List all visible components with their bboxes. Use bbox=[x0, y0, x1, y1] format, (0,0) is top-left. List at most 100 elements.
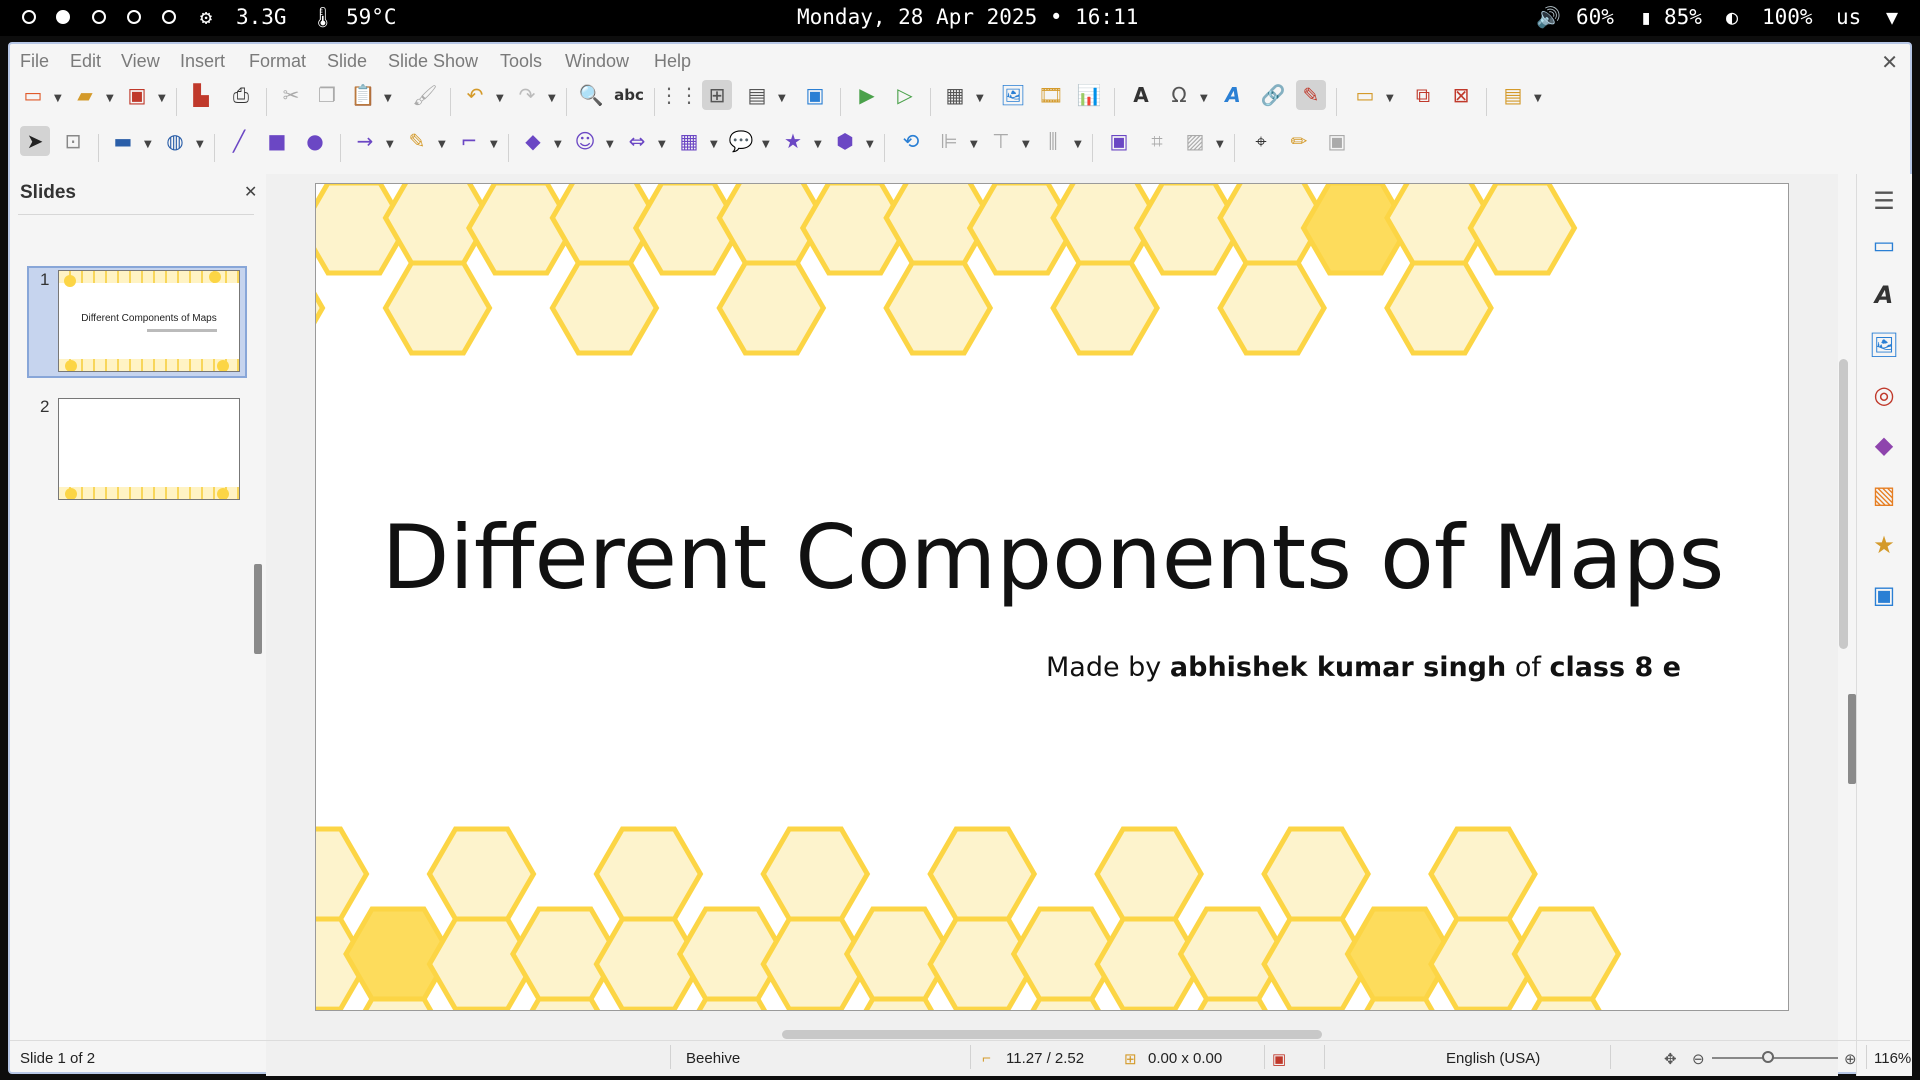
points-icon[interactable]: ⌖ bbox=[1246, 126, 1276, 156]
stars-icon[interactable]: ★ bbox=[778, 126, 808, 156]
shapes-icon[interactable]: ◆ bbox=[1867, 428, 1901, 462]
workspace-indicator-2[interactable] bbox=[56, 10, 70, 24]
crop-icon[interactable]: ⌗ bbox=[1142, 126, 1172, 156]
save-icon[interactable]: ▣ bbox=[122, 80, 152, 110]
toggle-extrusion-icon[interactable]: ▣ bbox=[1322, 126, 1352, 156]
zoom-in-icon[interactable]: ⊕ bbox=[1844, 1050, 1857, 1068]
rotate-icon[interactable]: ⟲ bbox=[896, 126, 926, 156]
line-tool-icon[interactable]: ╱ bbox=[224, 126, 254, 156]
language[interactable]: English (USA) bbox=[1446, 1050, 1540, 1067]
workspace-indicator-4[interactable] bbox=[127, 10, 141, 24]
workspace-indicator-3[interactable] bbox=[92, 10, 106, 24]
master-slides-icon[interactable]: ▣ bbox=[1867, 578, 1901, 612]
select-arrow-icon[interactable]: ➤ bbox=[20, 126, 50, 156]
paste-icon[interactable]: 📋 bbox=[348, 80, 378, 110]
volume-icon[interactable]: 🔊 bbox=[1536, 5, 1561, 29]
display-views-icon[interactable]: ▤ bbox=[742, 80, 772, 110]
zoom-slider[interactable] bbox=[1712, 1057, 1838, 1059]
menu-format[interactable]: Format bbox=[249, 51, 306, 72]
special-character-icon[interactable]: Ω bbox=[1164, 80, 1194, 110]
document-modified-icon[interactable]: ▣ bbox=[1272, 1050, 1286, 1068]
align-objects-icon[interactable]: ⊫ bbox=[934, 126, 964, 156]
insert-media-icon[interactable]: 🎞 bbox=[1036, 80, 1066, 110]
find-replace-icon[interactable]: 🔍 bbox=[576, 80, 606, 110]
menu-slide[interactable]: Slide bbox=[327, 51, 367, 72]
clock[interactable]: Monday, 28 Apr 2025 • 16:11 bbox=[797, 5, 1138, 29]
helplines-icon[interactable]: ⊞ bbox=[702, 80, 732, 110]
menu-view[interactable]: View bbox=[121, 51, 160, 72]
shadow-icon[interactable]: ▣ bbox=[1104, 126, 1134, 156]
workspace-indicator-5[interactable] bbox=[162, 10, 176, 24]
animation-icon[interactable]: ★ bbox=[1867, 528, 1901, 562]
hyperlink-icon[interactable]: 🔗 bbox=[1258, 80, 1288, 110]
slides-pane-splitter[interactable] bbox=[254, 564, 262, 654]
slide-thumbnail-2[interactable] bbox=[58, 398, 240, 500]
arrange-icon[interactable]: ⊤ bbox=[986, 126, 1016, 156]
insert-image-icon[interactable]: 🖼 bbox=[998, 80, 1028, 110]
sidebar-menu-icon[interactable]: ☰ bbox=[1867, 184, 1901, 218]
slide-thumbnail-1[interactable]: Different Components of Maps bbox=[58, 270, 240, 372]
symbol-shapes-icon[interactable]: ☺ bbox=[570, 126, 600, 156]
workspace-indicator-1[interactable] bbox=[22, 10, 36, 24]
clone-formatting-icon[interactable]: 🖌 bbox=[410, 80, 440, 110]
slide-layout-icon[interactable]: ▤ bbox=[1498, 80, 1528, 110]
close-document-icon[interactable]: ✕ bbox=[1881, 50, 1898, 74]
keyboard-layout[interactable]: us bbox=[1836, 5, 1861, 29]
curve-tool-icon[interactable]: ✎ bbox=[402, 126, 432, 156]
duplicate-slide-icon[interactable]: ⧉ bbox=[1408, 80, 1438, 110]
ellipse-tool-icon[interactable]: ● bbox=[300, 126, 330, 156]
block-arrows-icon[interactable]: ⇔ bbox=[622, 126, 652, 156]
vertical-scrollbar[interactable] bbox=[1839, 359, 1848, 649]
menu-edit[interactable]: Edit bbox=[70, 51, 101, 72]
glue-points-icon[interactable]: ✏ bbox=[1284, 126, 1314, 156]
line-color-icon[interactable]: ▬ bbox=[108, 126, 138, 156]
gallery-icon[interactable]: 🖼 bbox=[1867, 328, 1901, 362]
navigator-icon[interactable]: ◎ bbox=[1867, 378, 1901, 412]
delete-slide-icon[interactable]: ⊠ bbox=[1446, 80, 1476, 110]
menu-insert[interactable]: Insert bbox=[180, 51, 225, 72]
fill-color-icon[interactable]: ◍ bbox=[160, 126, 190, 156]
callouts-icon[interactable]: 💬 bbox=[726, 126, 756, 156]
flowchart-icon[interactable]: ▦ bbox=[674, 126, 704, 156]
fit-slide-icon[interactable]: ✥ bbox=[1664, 1050, 1677, 1068]
zoom-slider-handle[interactable] bbox=[1762, 1051, 1774, 1063]
copy-icon[interactable]: ❐ bbox=[312, 80, 342, 110]
fontwork-icon[interactable]: A bbox=[1218, 80, 1248, 110]
new-document-icon[interactable]: ▭ bbox=[18, 80, 48, 110]
insert-chart-icon[interactable]: 📊 bbox=[1074, 80, 1104, 110]
sidebar-splitter[interactable] bbox=[1848, 694, 1856, 784]
slide-subtitle[interactable]: Made by abhishek kumar singh of class 8 … bbox=[1046, 652, 1681, 683]
insert-table-icon[interactable]: ▦ bbox=[940, 80, 970, 110]
print-icon[interactable]: ⎙ bbox=[226, 80, 256, 110]
grid-icon[interactable]: ⋮⋮ bbox=[659, 80, 699, 110]
spelling-icon[interactable]: abc bbox=[614, 80, 644, 110]
filter-icon[interactable]: ▨ bbox=[1180, 126, 1210, 156]
redo-icon[interactable]: ↷ bbox=[512, 80, 542, 110]
menu-window[interactable]: Window bbox=[565, 51, 629, 72]
open-folder-icon[interactable]: ▰ bbox=[70, 80, 100, 110]
menu-help[interactable]: Help bbox=[654, 51, 691, 72]
wifi-icon[interactable]: ▼ bbox=[1886, 5, 1898, 29]
export-pdf-icon[interactable]: ▙ bbox=[186, 80, 216, 110]
insert-textbox-icon[interactable]: A bbox=[1126, 80, 1156, 110]
slide-title[interactable]: Different Components of Maps bbox=[316, 506, 1788, 609]
zoom-level[interactable]: 116% bbox=[1874, 1050, 1911, 1067]
start-first-slide-icon[interactable]: ▶ bbox=[852, 80, 882, 110]
basic-shapes-icon[interactable]: ◆ bbox=[518, 126, 548, 156]
rectangle-tool-icon[interactable]: ■ bbox=[262, 126, 292, 156]
new-slide-icon[interactable]: ▭ bbox=[1350, 80, 1380, 110]
current-slide[interactable]: Different Components of Maps Made by abh… bbox=[315, 183, 1789, 1011]
properties-icon[interactable]: ▭ bbox=[1867, 228, 1901, 262]
menu-file[interactable]: File bbox=[20, 51, 49, 72]
3d-objects-icon[interactable]: ⬢ bbox=[830, 126, 860, 156]
distribute-icon[interactable]: ⫼ bbox=[1038, 126, 1068, 156]
connector-icon[interactable]: ⌐ bbox=[454, 126, 484, 156]
start-current-slide-icon[interactable]: ▷ bbox=[890, 80, 920, 110]
line-arrow-icon[interactable]: → bbox=[350, 126, 380, 156]
menu-slide-show[interactable]: Slide Show bbox=[388, 51, 478, 72]
horizontal-scrollbar[interactable] bbox=[782, 1030, 1322, 1039]
slide-transition-icon[interactable]: ▧ bbox=[1867, 478, 1901, 512]
master-slide-name[interactable]: Beehive bbox=[686, 1050, 740, 1067]
menu-tools[interactable]: Tools bbox=[500, 51, 542, 72]
undo-icon[interactable]: ↶ bbox=[460, 80, 490, 110]
